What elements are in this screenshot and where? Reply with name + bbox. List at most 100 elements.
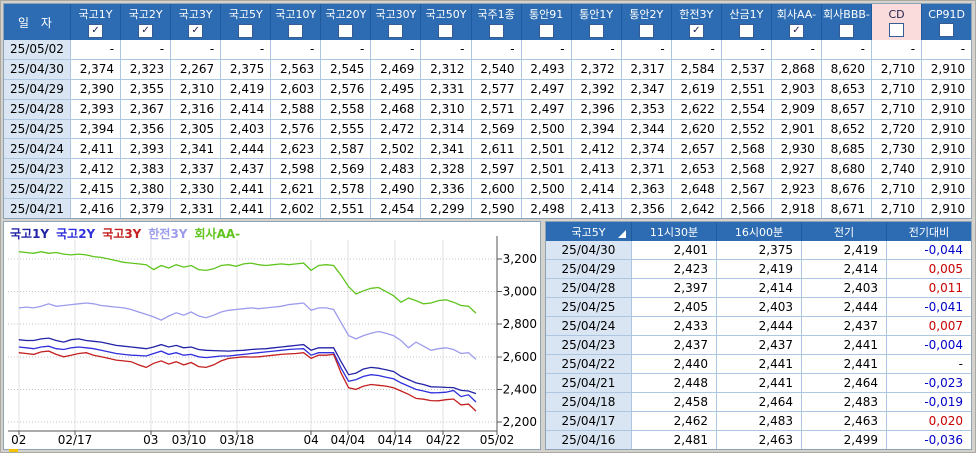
table-row[interactable]: 25/04/22 2,415 2,380 2,330 2,441 2,621 2,578 2,…	[4, 179, 971, 200]
detail-row[interactable]: 25/04/30 2,401 2,375 2,419 -0,044	[546, 241, 971, 260]
value-cell: -	[71, 40, 122, 59]
detail-row[interactable]: 25/04/22 2,440 2,441 2,441-	[546, 355, 971, 374]
column-checkbox[interactable]: ✓	[788, 24, 804, 38]
column-header[interactable]: 통안1Y	[572, 4, 622, 40]
column-header[interactable]: 한전3Y ✓	[672, 4, 722, 40]
chart-legend: 국고1Y 국고2Y 국고3Y 한전3Y 회사AA-	[10, 225, 247, 242]
detail-column-header[interactable]: 국고5Y	[546, 222, 632, 241]
column-header[interactable]: 회사BBB-	[822, 4, 872, 40]
series-line-국고3Y	[18, 350, 477, 412]
date-cell: 25/04/21	[4, 199, 71, 219]
column-checkbox[interactable]	[288, 24, 304, 38]
value-cell: 8,676	[822, 179, 872, 199]
date-cell: 25/04/22	[4, 179, 71, 199]
detail-row[interactable]: 25/04/29 2,423 2,419 2,414 0,005	[546, 260, 971, 279]
detail-column-header: 전기대비	[887, 222, 971, 241]
detail-value-cell: 2,448	[632, 374, 717, 392]
value-cell: 2,910	[930, 62, 966, 77]
detail-row[interactable]: 25/04/21 2,448 2,441 2,464 -0,023	[546, 374, 971, 393]
column-header[interactable]: 회사AA- ✓	[772, 4, 822, 40]
table-row[interactable]: 25/04/29 2,390 2,355 2,310 2,419 2,603 2,576 2,…	[4, 79, 971, 100]
column-checkbox[interactable]: ✓	[688, 24, 704, 38]
column-header[interactable]: 국고2Y ✓	[121, 4, 172, 40]
value-cell: 2,383	[121, 159, 172, 179]
table-row[interactable]: 25/04/28 2,393 2,367 2,316 2,414 2,588 2,558 2,…	[4, 99, 971, 120]
value-cell: 2,416	[71, 199, 122, 219]
detail-value-cell: 2,444	[717, 317, 802, 335]
value-cell: 2,403	[221, 119, 272, 139]
column-checkbox[interactable]	[889, 22, 905, 37]
column-checkbox[interactable]	[338, 24, 354, 38]
value-cell: -	[121, 40, 172, 59]
column-checkbox[interactable]	[538, 24, 554, 38]
value-cell: 2,537	[722, 59, 772, 79]
value-cell: 2,396	[572, 99, 622, 119]
detail-row[interactable]: 25/04/24 2,433 2,444 2,437 0,007	[546, 317, 971, 336]
column-header[interactable]: CP91D	[922, 4, 971, 40]
table-row[interactable]: 25/04/25 2,394 2,356 2,305 2,403 2,576 2,555 2,…	[4, 119, 971, 140]
detail-row[interactable]: 25/04/17 2,462 2,483 2,463 0,020	[546, 412, 971, 431]
column-checkbox[interactable]	[939, 22, 955, 37]
detail-row[interactable]: 25/04/28 2,397 2,414 2,403 0,011	[546, 279, 971, 298]
column-checkbox[interactable]	[638, 24, 654, 38]
table-row[interactable]: 25/04/24 2,411 2,393 2,341 2,444 2,623 2,587 2,…	[4, 139, 971, 160]
column-checkbox[interactable]	[838, 24, 854, 38]
column-header[interactable]: 국고50Y	[421, 4, 472, 40]
column-header[interactable]: 산금1Y	[722, 4, 772, 40]
detail-value-cell: 2,414	[717, 279, 802, 297]
value-cell: -	[722, 40, 772, 59]
column-checkbox[interactable]	[238, 24, 254, 38]
value-cell: 2,598	[271, 159, 322, 179]
column-header[interactable]: 국주1종	[472, 4, 522, 40]
detail-date-cell: 25/04/28	[546, 279, 632, 297]
detail-value-cell: 2,441	[717, 355, 802, 373]
dropdown-corner-icon[interactable]	[618, 230, 626, 238]
column-checkbox[interactable]: ✓	[138, 24, 154, 38]
value-cell: 2,918	[772, 199, 822, 219]
legend-item: 국고1Y	[10, 227, 50, 241]
detail-row[interactable]: 25/04/23 2,437 2,437 2,441 -0,004	[546, 336, 971, 355]
date-column-header[interactable]: 일 자	[4, 4, 71, 40]
table-row[interactable]: 25/05/02- - - - - - - - - - - - - - - - - -	[4, 40, 971, 60]
column-header-label: 국고1Y	[78, 8, 113, 21]
column-header-label: 국고10Y	[275, 8, 317, 21]
detail-row[interactable]: 25/04/16 2,481 2,463 2,499 -0,036	[546, 431, 971, 449]
column-checkbox[interactable]: ✓	[188, 24, 204, 38]
value-cell: 2,341	[421, 139, 472, 159]
column-checkbox[interactable]	[388, 24, 404, 38]
column-checkbox[interactable]	[438, 24, 454, 38]
column-header[interactable]: 국고1Y ✓	[71, 4, 122, 40]
table-row[interactable]: 25/04/21 2,416 2,379 2,331 2,441 2,602 2,551 2,…	[4, 199, 971, 219]
detail-date-cell: 25/04/25	[546, 298, 632, 316]
value-cell: 2,312	[421, 59, 472, 79]
value-cell: 2,412	[71, 159, 122, 179]
column-header[interactable]: 통안91	[522, 4, 572, 40]
table-row[interactable]: 25/04/30 2,374 2,323 2,267 2,375 2,563 2,545 2,…	[4, 59, 971, 80]
column-header[interactable]: 국고30Y	[371, 4, 422, 40]
value-cell: 2,330	[171, 179, 222, 199]
x-axis-label: 04/14	[378, 433, 413, 447]
column-header[interactable]: 통안2Y	[622, 4, 672, 40]
value-cell: 2,393	[121, 139, 172, 159]
detail-value-cell: 2,433	[632, 317, 717, 335]
detail-row[interactable]: 25/04/25 2,405 2,403 2,444 -0,041	[546, 298, 971, 317]
value-cell: -	[572, 40, 622, 59]
value-cell: 2,331	[171, 199, 222, 219]
detail-value-cell: 2,437	[632, 336, 717, 354]
value-cell: 2,336	[421, 179, 472, 199]
column-header[interactable]: 국고20Y	[321, 4, 372, 40]
column-checkbox[interactable]	[738, 24, 754, 38]
table-row[interactable]: 25/04/23 2,412 2,383 2,337 2,437 2,598 2,569 2,…	[4, 159, 971, 180]
value-cell: 2,419	[221, 79, 272, 99]
column-header[interactable]: 국고3Y ✓	[171, 4, 222, 40]
column-checkbox[interactable]	[588, 24, 604, 38]
detail-value-cell: 2,458	[632, 393, 717, 411]
value-cell: -	[772, 40, 822, 59]
column-checkbox[interactable]	[488, 24, 504, 38]
column-header[interactable]: 국고10Y	[271, 4, 322, 40]
column-checkbox[interactable]: ✓	[88, 24, 104, 38]
column-header[interactable]: CD	[872, 4, 923, 40]
column-header[interactable]: 국고5Y	[221, 4, 272, 40]
y-axis-label: 3,000	[503, 285, 537, 299]
detail-row[interactable]: 25/04/18 2,458 2,464 2,483 -0,019	[546, 393, 971, 412]
